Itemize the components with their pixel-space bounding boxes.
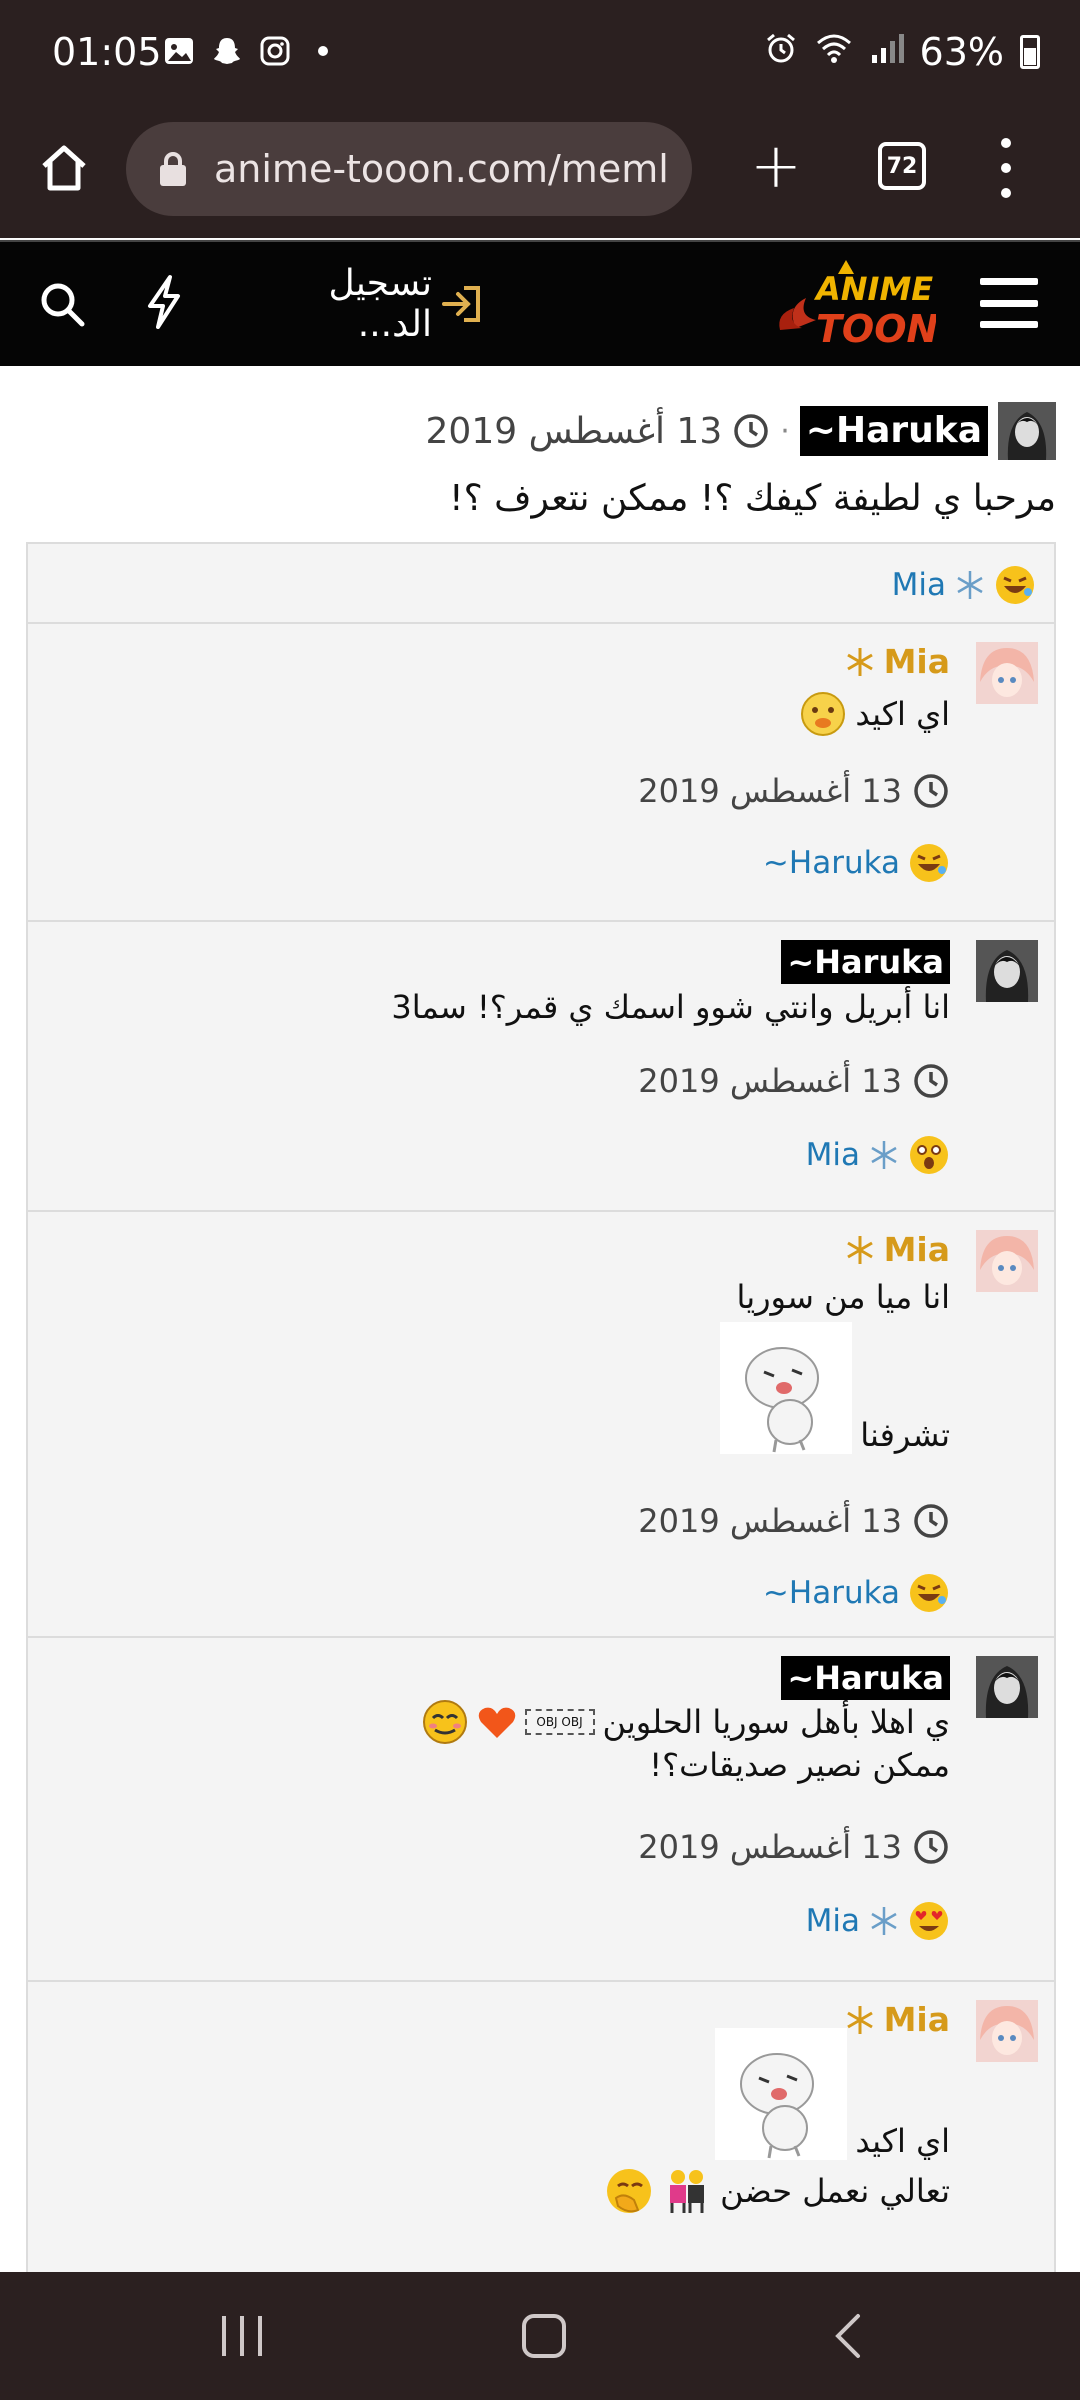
back-icon — [835, 2314, 860, 2358]
avatar[interactable] — [998, 402, 1056, 460]
post-author[interactable]: Haruka~ — [799, 406, 988, 456]
clock-icon — [734, 414, 768, 448]
avatar[interactable] — [976, 940, 1038, 1002]
comment-text: ي اهلا بأهل سوريا الحلوين OBJ OBJ — [421, 1698, 950, 1746]
new-tab-button[interactable]: + — [744, 135, 808, 200]
reaction-user: Mia — [891, 567, 946, 603]
comment-author[interactable]: Mia — [844, 1230, 950, 1269]
comment: Haruka~ ي اهلا بأهل سوريا الحلوين OBJ OB… — [28, 1638, 1054, 1980]
heart-icon — [478, 1707, 515, 1738]
comment: Mia اي اكيد تعالي نعمل حضن — [28, 1982, 1054, 2272]
svg-text:ANIME: ANIME — [813, 270, 933, 308]
comment-author[interactable]: Haruka~ — [781, 940, 950, 984]
alarm-icon — [764, 30, 798, 74]
instagram-icon — [258, 34, 292, 68]
comment-text: ممكن نصير صديقات؟! — [649, 1746, 950, 1784]
home-nav-button[interactable] — [522, 2314, 566, 2358]
post-reactions[interactable]: Mia — [892, 564, 1036, 606]
snowflake-gold-icon — [846, 647, 873, 676]
comment-text: تشرفنا — [720, 1322, 950, 1454]
snapchat-icon — [210, 34, 244, 68]
snowflake-gold-icon — [846, 1235, 873, 1264]
system-nav-bar — [0, 2272, 1080, 2400]
browser-menu-button[interactable] — [996, 138, 1016, 198]
shy-emoji-icon — [801, 692, 846, 736]
avatar[interactable] — [976, 1230, 1038, 1292]
post-header: Haruka~ · 13 أغسطس 2019 — [426, 402, 1056, 460]
comment-date[interactable]: 13 أغسطس 2019 — [638, 1502, 950, 1540]
wow-emoji-icon — [910, 1136, 948, 1174]
clock-icon — [914, 1504, 948, 1538]
tab-switcher-button[interactable]: 72 — [878, 142, 926, 190]
search-icon — [41, 283, 85, 327]
clock-icon — [914, 774, 948, 808]
comment: Mia اي اكيد 13 أغسطس 2019 Haruka~ — [28, 624, 1054, 920]
laughing-emoji-icon — [910, 844, 948, 882]
comment-author[interactable]: Mia — [844, 642, 950, 681]
address-bar[interactable]: anime-tooon.com/meml — [126, 122, 692, 216]
lock-icon — [160, 152, 186, 186]
comment-thread: Mia Mia اي اكيد 13 أغسطس 2019 Haruka~ Ha… — [26, 542, 1056, 2272]
search-button[interactable] — [38, 280, 86, 328]
battery-icon — [1020, 35, 1040, 69]
comment-text: تعالي نعمل حضن — [604, 2166, 950, 2216]
avatar[interactable] — [976, 1656, 1038, 1718]
comment-reactions[interactable]: Haruka~ — [763, 1572, 950, 1614]
wifi-icon — [814, 30, 854, 74]
comment: Haruka~ انا أبريل وانتي شوو اسمك ي قمر؟!… — [28, 922, 1054, 1210]
comment-author[interactable]: Haruka~ — [781, 1656, 950, 1700]
gallery-icon — [162, 34, 196, 68]
anime-toon-logo[interactable]: ANIME TOON — [776, 258, 938, 351]
comment-date[interactable]: 13 أغسطس 2019 — [638, 1828, 950, 1866]
browser-toolbar: anime-tooon.com/meml + 72 — [0, 108, 1080, 238]
login-label: تسجيل الد... — [328, 263, 433, 345]
snowflake-icon — [871, 1907, 897, 1935]
site-menu-button[interactable] — [980, 278, 1038, 328]
home-icon — [42, 145, 86, 191]
clock-icon — [914, 1064, 948, 1098]
cute-sticker-image — [715, 2028, 848, 2160]
comment-reactions[interactable]: Mia — [806, 1134, 950, 1176]
comment-reactions[interactable]: Haruka~ — [763, 842, 950, 884]
snowflake-icon — [871, 1141, 897, 1169]
home-button[interactable] — [28, 132, 100, 204]
back-button[interactable] — [826, 2312, 874, 2360]
clock-icon — [914, 1830, 948, 1864]
comment-text: انا أبريل وانتي شوو اسمك ي قمر؟! سما3 — [391, 988, 950, 1026]
post-date[interactable]: 13 أغسطس 2019 — [426, 411, 771, 452]
comment-text: انا ميا من سوريا — [736, 1278, 950, 1316]
status-time: 01:05 — [52, 30, 162, 74]
snowflake-icon — [957, 571, 983, 599]
blushing-emoji-icon — [422, 1700, 467, 1744]
comment-text: اي اكيد — [715, 2028, 950, 2160]
obj-placeholder-icon: OBJ OBJ — [524, 1709, 595, 1735]
post-text: مرحبا ي لطيفة كيفك ؟! ممكن نتعرف ؟! — [449, 478, 1056, 519]
battery-percent: 63% — [919, 30, 1004, 74]
hug-people-icon — [670, 2170, 705, 2213]
heart-eyes-emoji-icon — [910, 1902, 948, 1940]
avatar[interactable] — [976, 642, 1038, 704]
recent-apps-button[interactable] — [222, 2316, 262, 2356]
svg-text:TOON: TOON — [816, 307, 936, 350]
status-bar: 01:05 63% — [0, 0, 1080, 108]
comment-date[interactable]: 13 أغسطس 2019 — [638, 772, 950, 810]
comment-reactions[interactable]: Mia — [806, 1900, 950, 1942]
comment-date[interactable]: 13 أغسطس 2019 — [638, 1062, 950, 1100]
url-text: anime-tooon.com/meml — [214, 147, 669, 191]
lightning-icon — [148, 275, 180, 329]
whats-new-button[interactable] — [144, 274, 184, 330]
comment-text: اي اكيد — [799, 690, 950, 738]
comment: Mia انا ميا من سوريا تشرفنا 13 أغسطس 201… — [28, 1212, 1054, 1636]
notification-dot-icon — [306, 34, 340, 68]
login-link[interactable]: تسجيل الد... — [254, 263, 484, 345]
cute-sticker-image — [720, 1322, 853, 1454]
laughing-emoji-icon — [996, 566, 1034, 604]
avatar[interactable] — [976, 2000, 1038, 2062]
laughing-emoji-icon — [910, 1574, 948, 1612]
profile-post-area: Haruka~ · 13 أغسطس 2019 مرحبا ي لطيفة كي… — [0, 366, 1080, 2272]
hand-over-mouth-emoji-icon — [607, 2169, 652, 2213]
signal-icon — [870, 30, 904, 74]
login-icon — [442, 286, 480, 322]
site-header: تسجيل الد... ANIME TOON — [0, 240, 1080, 366]
